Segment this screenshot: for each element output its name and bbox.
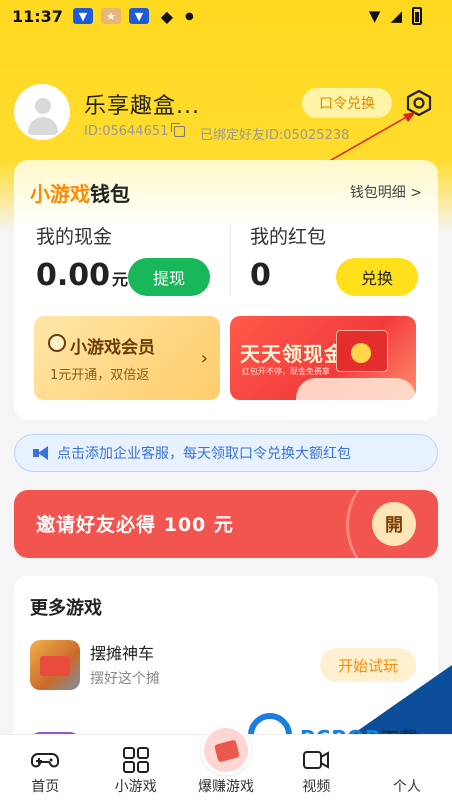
wifi-icon: ▼	[368, 7, 381, 25]
speaker-icon	[33, 446, 51, 460]
tab-video[interactable]: 视频	[271, 735, 361, 804]
exchange-button[interactable]: 兑换	[336, 258, 418, 296]
withdraw-button[interactable]: 提现	[128, 258, 210, 296]
tab-label: 爆赚游戏	[198, 779, 255, 795]
notification-diamond-icon: ◆	[160, 6, 174, 26]
wallet-card: 小游戏钱包 钱包明细 > 我的现金 0.00 元 提现 我的红包 0 兑换 小游戏…	[14, 160, 438, 420]
tab-label: 首页	[31, 779, 60, 795]
chevron-right-icon: ›	[200, 348, 208, 369]
red-envelope-icon	[336, 330, 388, 372]
cash-label: 我的现金	[36, 226, 113, 248]
copy-icon[interactable]	[171, 123, 186, 137]
redpacket-value: 0	[250, 258, 271, 293]
notification-app-icon: ▼	[72, 8, 93, 24]
video-icon	[303, 751, 330, 769]
game-name: 摆摊神车	[90, 644, 155, 663]
avatar-head-shape	[35, 98, 51, 114]
status-time: 11:37	[12, 6, 63, 26]
avatar[interactable]	[14, 84, 70, 140]
tab-label: 个人	[392, 779, 421, 795]
battery-icon	[412, 7, 422, 25]
notification-dot-icon: ●	[184, 10, 194, 22]
user-id-row: ID:05644651	[84, 123, 186, 139]
divider	[230, 226, 231, 296]
avatar-body-shape	[28, 117, 58, 135]
cash-value: 0.00	[36, 258, 111, 293]
more-games-title: 更多游戏	[30, 598, 102, 619]
cloud-decoration	[296, 378, 416, 400]
notification-app-icon: ▼	[128, 8, 149, 24]
signal-icon: ◢	[390, 7, 402, 25]
vip-membership-card[interactable]: 小游戏会员 1元开通，双倍返 ›	[34, 316, 220, 400]
invite-text: 邀请好友必得 100 元	[36, 514, 234, 536]
notification-game-icon: ★	[100, 8, 121, 24]
grid-icon	[122, 747, 149, 773]
daily-cash-subtitle: 红包开不停，现金免费拿	[242, 367, 330, 376]
start-trial-button[interactable]: 开始试玩	[320, 648, 416, 682]
tab-label: 视频	[302, 779, 331, 795]
status-bar: 11:37 ▼ ★ ▼ ◆ ● ▼ ◢	[0, 0, 452, 32]
nickname: 乐享趣盒...	[84, 94, 200, 119]
wallet-title-highlight: 小游戏	[30, 182, 90, 206]
gamepad-icon	[31, 753, 60, 768]
vip-subtitle: 1元开通，双倍返	[50, 368, 150, 383]
open-button[interactable]: 開	[372, 502, 416, 546]
redpacket-label: 我的红包	[250, 226, 327, 248]
daily-cash-banner[interactable]: 天天领现金 红包开不停，现金免费拿	[230, 316, 416, 400]
bottom-tab-bar: 首页 小游戏 爆赚游戏 视频 个人	[0, 725, 452, 804]
cash-balance: 0.00 元	[36, 258, 128, 293]
user-id: ID:05644651	[84, 124, 169, 139]
wallet-detail-link[interactable]: 钱包明细 >	[350, 182, 422, 202]
cash-unit: 元	[112, 270, 129, 289]
tab-label: 小游戏	[114, 779, 157, 795]
wallet-title: 小游戏钱包	[30, 178, 130, 207]
money-icon	[201, 725, 252, 775]
tab-home[interactable]: 首页	[0, 735, 90, 804]
tab-mini-games[interactable]: 小游戏	[90, 735, 180, 804]
invite-banner[interactable]: 邀请好友必得 100 元 開	[14, 490, 438, 558]
notice-text: 点击添加企业客服，每天领取口令兑换大额红包	[57, 446, 351, 462]
game-description: 摆好这个摊	[90, 671, 160, 687]
status-indicators: ▼ ◢	[369, 7, 422, 25]
tab-hot-games[interactable]: 爆赚游戏	[181, 725, 271, 804]
daily-cash-title: 天天领现金	[240, 342, 345, 366]
vip-badge-icon	[48, 334, 66, 352]
game-icon[interactable]	[30, 640, 80, 690]
vip-title: 小游戏会员	[70, 338, 155, 358]
wallet-title-suffix: 钱包	[90, 182, 130, 206]
tab-profile[interactable]: 个人	[362, 735, 452, 804]
notice-bar[interactable]: 点击添加企业客服，每天领取口令兑换大额红包	[14, 434, 438, 472]
